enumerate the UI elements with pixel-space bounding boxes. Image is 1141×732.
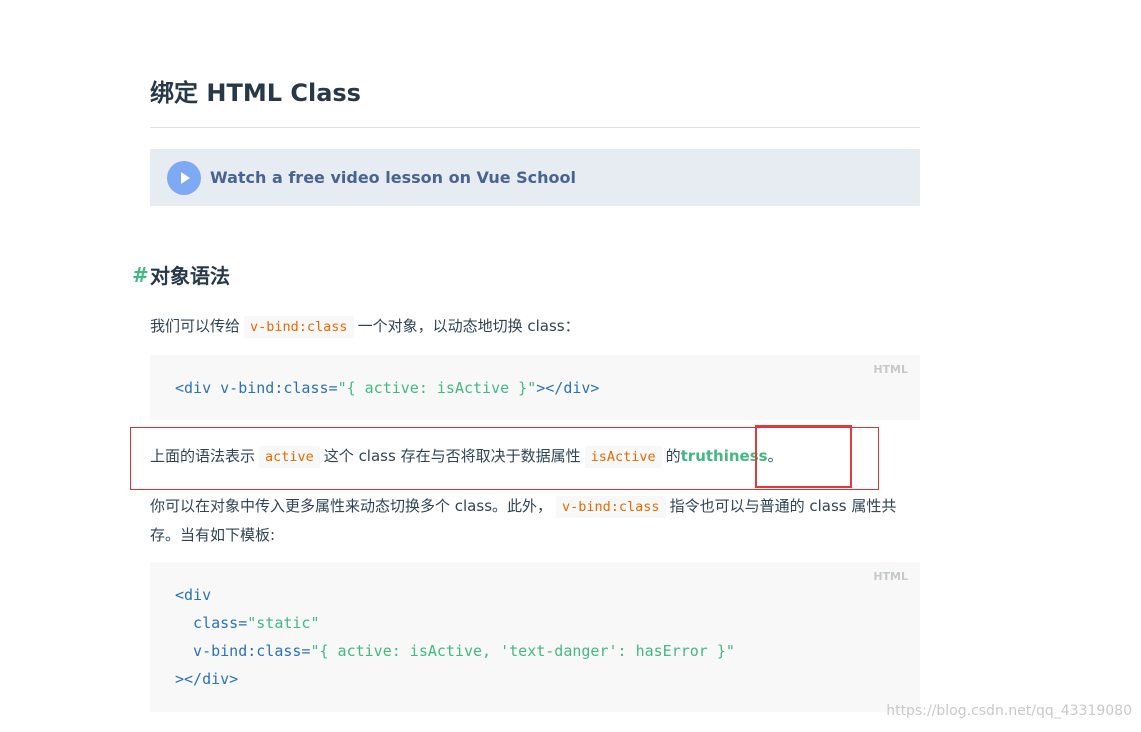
code-token: "{ active: isActive }" [337,379,537,397]
code-block: HTML <div v-bind:class="{ active: isActi… [150,355,920,420]
code-token: ></div> [536,379,600,397]
play-icon [167,160,201,195]
page-title: 绑定 HTML Class [150,76,361,110]
highlight-box-truthiness [755,425,852,488]
title-divider [150,127,920,128]
code-token: v-bind:class= [211,379,338,397]
title-en: HTML Class [206,79,361,107]
code-token: ></div> [175,670,239,688]
text: 我们可以传给 [150,317,241,335]
watermark: https://blog.csdn.net/qq_43319080 [886,703,1132,719]
paragraph-object-syntax: 我们可以传给 v-bind:class 一个对象，以动态地切换 class： [150,312,580,341]
code-block: HTML <div class="static" v-bind:class="{… [150,562,920,712]
vue-school-link-text: Watch a free video lesson on Vue School [210,168,577,187]
code-token: "static" [247,614,320,632]
text: 你可以在对象中传入更多属性来动态切换多个 class。此外， [150,497,553,515]
code-line: <div v-bind:class="{ active: isActive }"… [175,374,599,402]
inline-code: v-bind:class [244,316,354,338]
inline-code: v-bind:class [556,496,666,518]
code-line: v-bind:class="{ active: isActive, 'text-… [175,637,735,665]
code-line: <div [175,581,211,609]
vue-school-banner[interactable]: Watch a free video lesson on Vue School [150,149,920,206]
paragraph-multiple-classes: 你可以在对象中传入更多属性来动态切换多个 class。此外， v-bind:cla… [150,492,910,549]
code-token: v-bind:class= [175,642,311,660]
code-line: class="static" [175,609,320,637]
section-title: 对象语法 [150,264,230,288]
text: 一个对象，以动态地切换 class： [357,317,580,335]
section-anchor-link[interactable]: # [132,263,149,287]
code-lang-label: HTML [873,363,908,376]
title-zh: 绑定 [150,79,198,107]
code-token: class= [175,614,248,632]
code-line: ></div> [175,665,238,693]
code-lang-label: HTML [873,570,908,583]
code-token: <div [175,379,212,397]
code-token: "{ active: isActive, 'text-danger': hasE… [310,642,735,660]
code-token: <div [175,586,212,604]
